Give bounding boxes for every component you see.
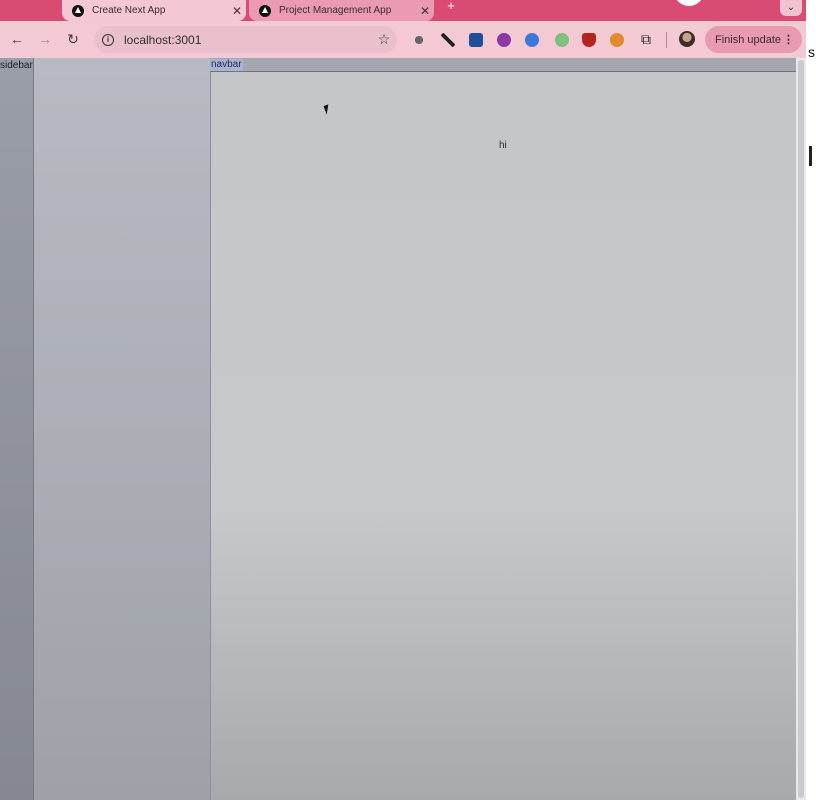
main-content: hi bbox=[210, 71, 796, 800]
close-tab-icon[interactable]: ✕ bbox=[228, 4, 246, 18]
scrollbar-thumb[interactable] bbox=[798, 60, 804, 798]
person-extension-icon[interactable] bbox=[610, 33, 624, 47]
tab-search-button[interactable]: ⌄ bbox=[780, 0, 802, 16]
profile-indicator bbox=[674, 0, 704, 6]
forward-arrow-icon[interactable]: → bbox=[36, 30, 54, 48]
nextjs-favicon-icon bbox=[259, 4, 271, 17]
puzzle-icon[interactable]: ⧉ bbox=[638, 31, 654, 47]
finish-update-button[interactable]: Finish update ⋮ bbox=[705, 26, 802, 53]
finish-update-label: Finish update bbox=[715, 33, 782, 46]
bookmark-star-icon[interactable]: ☆ bbox=[371, 31, 397, 48]
main-text: hi bbox=[499, 140, 507, 151]
site-info-icon[interactable]: i bbox=[102, 33, 114, 46]
browser-window: Create Next App ✕ Project Management App… bbox=[0, 0, 806, 800]
ublock-icon[interactable] bbox=[582, 33, 596, 47]
tab-create-next-app[interactable]: Create Next App ✕ bbox=[62, 0, 246, 21]
avatar[interactable] bbox=[679, 31, 695, 47]
mouse-cursor-icon bbox=[323, 104, 332, 115]
navbar-label: navbar bbox=[210, 59, 243, 71]
bug-extension-icon[interactable] bbox=[412, 33, 426, 47]
back-arrow-icon[interactable]: ← bbox=[8, 30, 26, 48]
tab-strip: Create Next App ✕ Project Management App… bbox=[0, 0, 806, 21]
sidebar: sidebar bbox=[0, 58, 34, 800]
circle-extension-icon[interactable] bbox=[497, 33, 511, 47]
cropped-bar bbox=[809, 146, 812, 166]
tab-title: Project Management App bbox=[279, 5, 392, 16]
tab-title: Create Next App bbox=[92, 5, 166, 16]
tab-project-management-app[interactable]: Project Management App ✕ bbox=[249, 0, 434, 21]
adjacent-window-edge: s bbox=[806, 0, 816, 800]
nextjs-favicon-icon bbox=[72, 4, 84, 17]
s-extension-icon[interactable] bbox=[525, 33, 539, 47]
color-picker-icon[interactable] bbox=[441, 33, 455, 47]
frog-extension-icon[interactable] bbox=[555, 33, 569, 47]
close-tab-icon[interactable]: ✕ bbox=[416, 4, 434, 18]
cropped-glyph: s bbox=[808, 44, 815, 60]
reload-icon[interactable]: ↻ bbox=[64, 30, 82, 48]
sidebar-panel bbox=[34, 58, 210, 800]
new-tab-button[interactable]: + bbox=[444, 0, 458, 14]
toolbar-divider bbox=[666, 32, 667, 48]
url-text[interactable]: localhost:3001 bbox=[124, 33, 371, 47]
kebab-menu-icon[interactable]: ⋮ bbox=[783, 33, 794, 46]
sidebar-label: sidebar bbox=[0, 60, 33, 71]
address-bar[interactable]: i localhost:3001 ☆ bbox=[94, 26, 397, 53]
browser-toolbar: ← → ↻ i localhost:3001 ☆ ⧉ Finish update… bbox=[0, 21, 806, 58]
square-extension-icon[interactable] bbox=[469, 33, 483, 47]
page-viewport: sidebar navbar hi bbox=[0, 58, 806, 800]
